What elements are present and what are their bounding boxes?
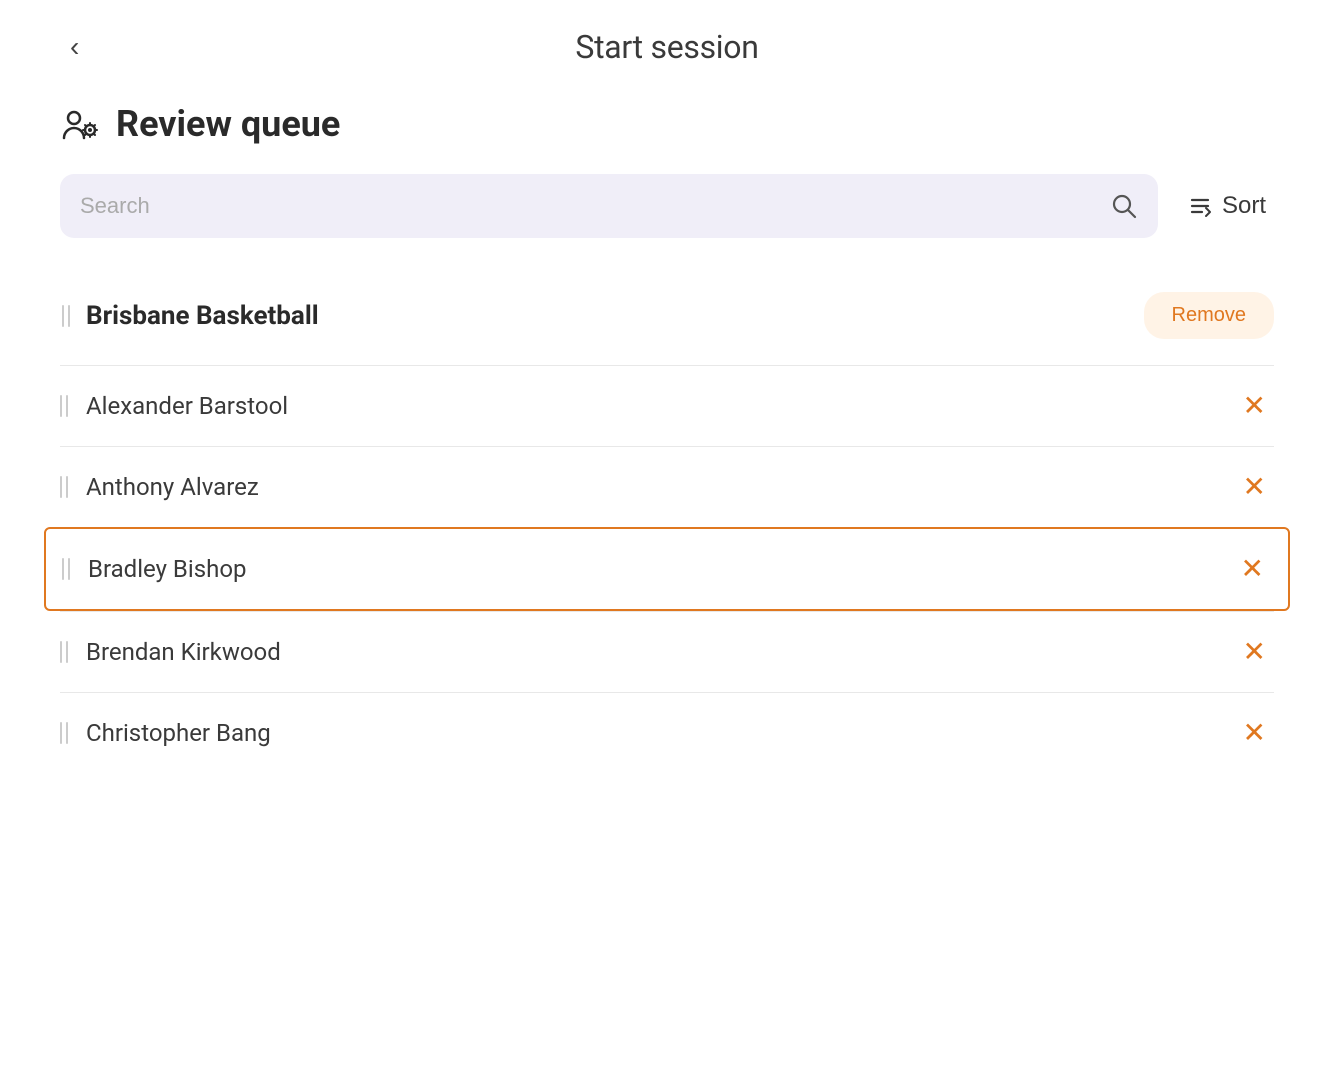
group-name: Brisbane Basketball bbox=[86, 301, 319, 331]
item-left: Bradley Bishop bbox=[62, 555, 246, 583]
remove-item-button[interactable]: ✕ bbox=[1235, 715, 1274, 751]
close-icon: ✕ bbox=[1241, 553, 1264, 584]
page-heading: Review queue bbox=[60, 102, 1274, 146]
back-button[interactable]: ‹ bbox=[60, 29, 89, 65]
search-icon bbox=[1110, 192, 1138, 220]
item-drag-handle[interactable] bbox=[62, 558, 70, 580]
item-drag-handle[interactable] bbox=[60, 395, 68, 417]
item-left: Brendan Kirkwood bbox=[60, 638, 281, 666]
search-icon-button[interactable] bbox=[1110, 192, 1138, 220]
remove-item-button[interactable]: ✕ bbox=[1235, 388, 1274, 424]
group-drag-handle[interactable] bbox=[60, 301, 72, 331]
heading-text: Review queue bbox=[116, 103, 340, 145]
items-list: Alexander Barstool ✕ Anthony Alvarez ✕ bbox=[60, 365, 1274, 773]
search-input[interactable] bbox=[80, 193, 1100, 219]
item-name: Alexander Barstool bbox=[86, 392, 288, 420]
list-item: Christopher Bang ✕ bbox=[60, 692, 1274, 773]
remove-item-button[interactable]: ✕ bbox=[1233, 551, 1272, 587]
list-item: Alexander Barstool ✕ bbox=[60, 365, 1274, 446]
group-header-left: Brisbane Basketball bbox=[60, 301, 319, 331]
group-header: Brisbane Basketball Remove bbox=[60, 274, 1274, 357]
item-drag-handle[interactable] bbox=[60, 476, 68, 498]
item-name: Christopher Bang bbox=[86, 719, 271, 747]
sort-label: Sort bbox=[1222, 192, 1266, 220]
item-name: Anthony Alvarez bbox=[86, 473, 259, 501]
item-name: Brendan Kirkwood bbox=[86, 638, 281, 666]
list-item: Brendan Kirkwood ✕ bbox=[60, 611, 1274, 692]
close-icon: ✕ bbox=[1243, 636, 1266, 667]
search-bar-row: Sort bbox=[60, 174, 1274, 238]
sort-button[interactable]: Sort bbox=[1178, 188, 1274, 224]
item-drag-handle[interactable] bbox=[60, 722, 68, 744]
item-name: Bradley Bishop bbox=[88, 555, 246, 583]
close-icon: ✕ bbox=[1243, 471, 1266, 502]
header: ‹ Start session bbox=[60, 0, 1274, 86]
search-container bbox=[60, 174, 1158, 238]
remove-button[interactable]: Remove bbox=[1144, 292, 1274, 339]
remove-item-button[interactable]: ✕ bbox=[1235, 634, 1274, 670]
back-icon: ‹ bbox=[70, 31, 79, 62]
item-left: Anthony Alvarez bbox=[60, 473, 259, 501]
item-left: Alexander Barstool bbox=[60, 392, 288, 420]
list-item-highlighted: Bradley Bishop ✕ bbox=[44, 527, 1290, 611]
close-icon: ✕ bbox=[1243, 717, 1266, 748]
page-title: Start session bbox=[575, 28, 758, 66]
review-queue-icon bbox=[60, 102, 104, 146]
remove-item-button[interactable]: ✕ bbox=[1235, 469, 1274, 505]
page-container: ‹ Start session Review queue bbox=[0, 0, 1334, 1083]
list-item: Anthony Alvarez ✕ bbox=[60, 446, 1274, 527]
item-drag-handle[interactable] bbox=[60, 641, 68, 663]
sort-icon bbox=[1186, 192, 1214, 220]
close-icon: ✕ bbox=[1243, 390, 1266, 421]
item-left: Christopher Bang bbox=[60, 719, 271, 747]
